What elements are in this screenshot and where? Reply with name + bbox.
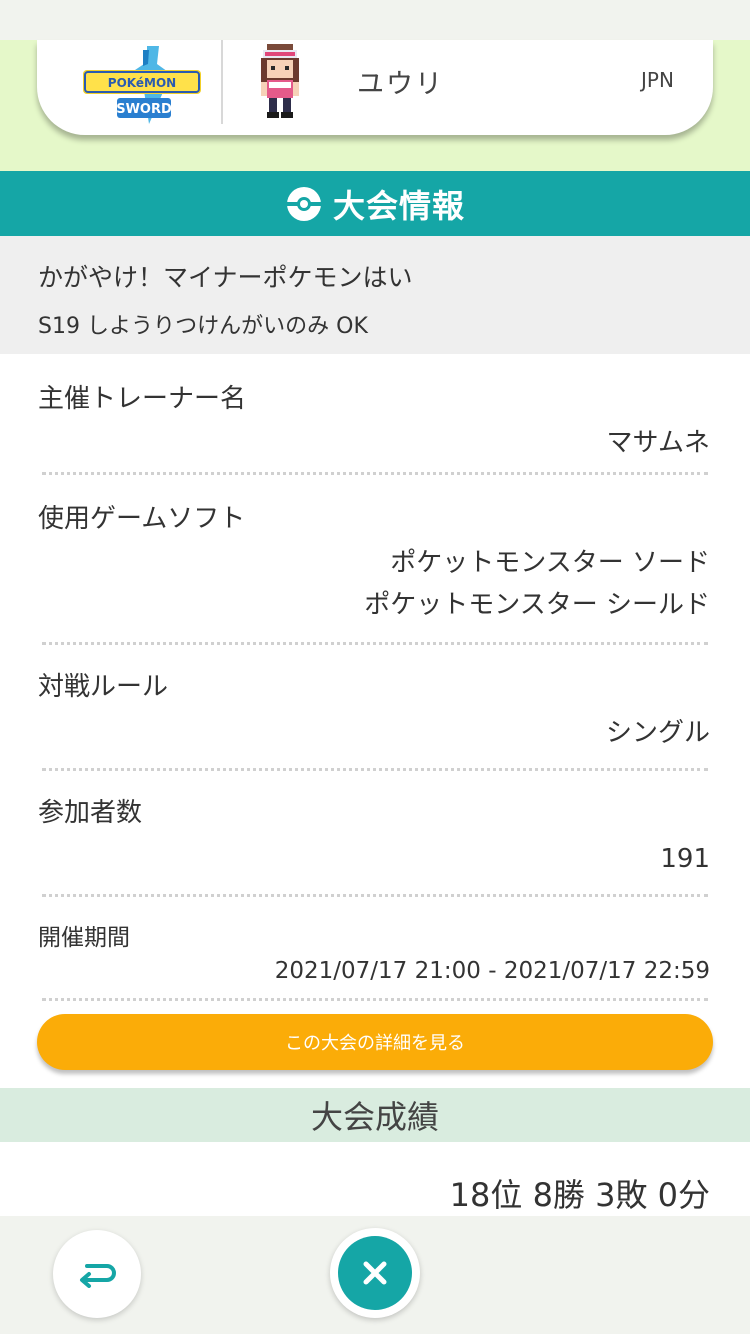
results-header: 大会成績 (0, 1088, 750, 1142)
tournament-name-line2: S19 しようりつけんがいのみ OK (38, 314, 368, 339)
status-strip (0, 0, 750, 40)
card-divider (221, 40, 223, 124)
rule-label: 対戦ルール (38, 672, 169, 702)
close-icon (363, 1261, 387, 1285)
svg-text:POKéMON: POKéMON (108, 76, 176, 90)
organizer-label: 主催トレーナー名 (38, 384, 247, 414)
tournament-name-line1: かがやけ！マイナーポケモンはい (38, 263, 413, 292)
svg-text:SWORD: SWORD (116, 102, 172, 117)
participants-label: 参加者数 (38, 798, 143, 828)
player-name: ユウリ (357, 69, 444, 100)
info-row-period: 開催期間 2021/07/17 21:00 - 2021/07/17 22:59 (0, 896, 750, 1001)
game-logo: POKéMON SWORD (83, 46, 201, 124)
section-header: 大会情報 (0, 171, 750, 236)
info-row-software: 使用ゲームソフト ポケットモンスター ソード ポケットモンスター シールド (0, 474, 750, 645)
player-region: JPN (641, 68, 674, 92)
results-value: 18位 8勝 3敗 0分 (449, 1176, 710, 1214)
section-title: 大会情報 (332, 186, 465, 225)
player-card: POKéMON SWORD ユウリ JPN (37, 40, 713, 135)
tournament-detail-button[interactable]: この大会の詳細を見る (37, 1014, 713, 1070)
software-label: 使用ゲームソフト (38, 504, 246, 534)
info-row-rule: 対戦ルール シングル (0, 644, 750, 771)
info-row-participants: 参加者数 191 (0, 770, 750, 897)
software-value-1: ポケットモンスター ソード (390, 548, 710, 578)
participants-value: 191 (660, 844, 710, 874)
back-button[interactable] (53, 1230, 141, 1318)
divider (42, 998, 708, 1001)
trainer-sprite (261, 44, 299, 118)
info-row-organizer: 主催トレーナー名 マサムネ (0, 354, 750, 475)
close-button[interactable] (330, 1228, 420, 1318)
rule-value: シングル (605, 718, 710, 748)
period-label: 開催期間 (38, 925, 130, 951)
period-value: 2021/07/17 21:00 - 2021/07/17 22:59 (274, 958, 710, 984)
close-button-inner[interactable] (338, 1236, 412, 1310)
return-arrow-icon (80, 1264, 116, 1288)
organizer-value: マサムネ (606, 428, 710, 458)
tournament-name: かがやけ！マイナーポケモンはい S19 しようりつけんがいのみ OK (0, 236, 750, 354)
pokeball-icon (286, 186, 321, 221)
software-value-2: ポケットモンスター シールド (364, 590, 710, 620)
